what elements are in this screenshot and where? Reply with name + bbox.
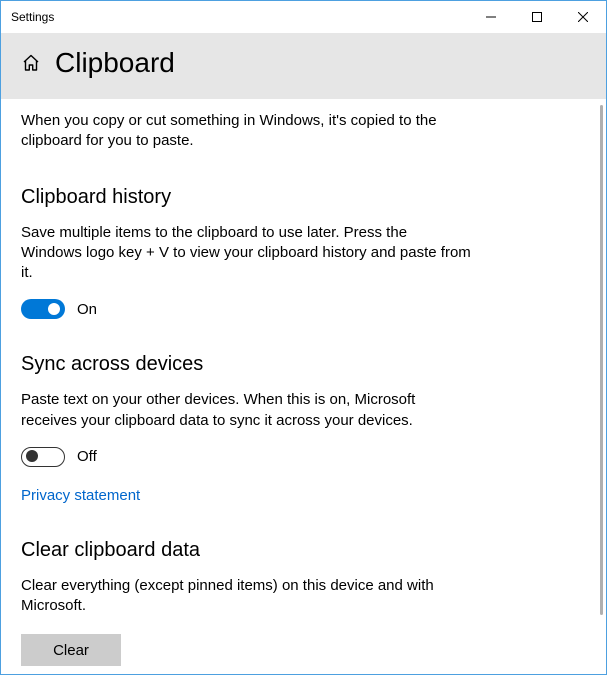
- clear-data-description: Clear everything (except pinned items) o…: [21, 576, 471, 617]
- close-button[interactable]: [560, 1, 606, 33]
- sync-heading: Sync across devices: [21, 353, 586, 376]
- home-icon[interactable]: [21, 53, 41, 73]
- sync-toggle-row: Off: [21, 447, 586, 467]
- clipboard-history-toggle-label: On: [77, 301, 97, 318]
- clipboard-history-toggle-row: On: [21, 299, 586, 319]
- clipboard-history-heading: Clipboard history: [21, 186, 586, 209]
- minimize-button[interactable]: [468, 1, 514, 33]
- privacy-statement-link[interactable]: Privacy statement: [21, 487, 140, 504]
- clipboard-history-description: Save multiple items to the clipboard to …: [21, 223, 471, 284]
- intro-text: When you copy or cut something in Window…: [21, 111, 471, 152]
- clipboard-history-toggle[interactable]: [21, 299, 65, 319]
- sync-toggle[interactable]: [21, 447, 65, 467]
- toggle-knob: [26, 450, 38, 462]
- sync-toggle-label: Off: [77, 448, 97, 465]
- maximize-icon: [532, 12, 542, 22]
- page-header: Clipboard: [1, 33, 606, 99]
- titlebar: Settings: [1, 1, 606, 33]
- content-area: When you copy or cut something in Window…: [1, 99, 606, 674]
- page-title: Clipboard: [55, 47, 175, 79]
- sync-description: Paste text on your other devices. When t…: [21, 390, 471, 431]
- minimize-icon: [486, 12, 496, 22]
- toggle-knob: [48, 303, 60, 315]
- scrollbar[interactable]: [600, 105, 603, 615]
- maximize-button[interactable]: [514, 1, 560, 33]
- close-icon: [578, 12, 588, 22]
- window-title: Settings: [1, 10, 468, 24]
- clear-button[interactable]: Clear: [21, 634, 121, 666]
- clear-data-heading: Clear clipboard data: [21, 539, 586, 562]
